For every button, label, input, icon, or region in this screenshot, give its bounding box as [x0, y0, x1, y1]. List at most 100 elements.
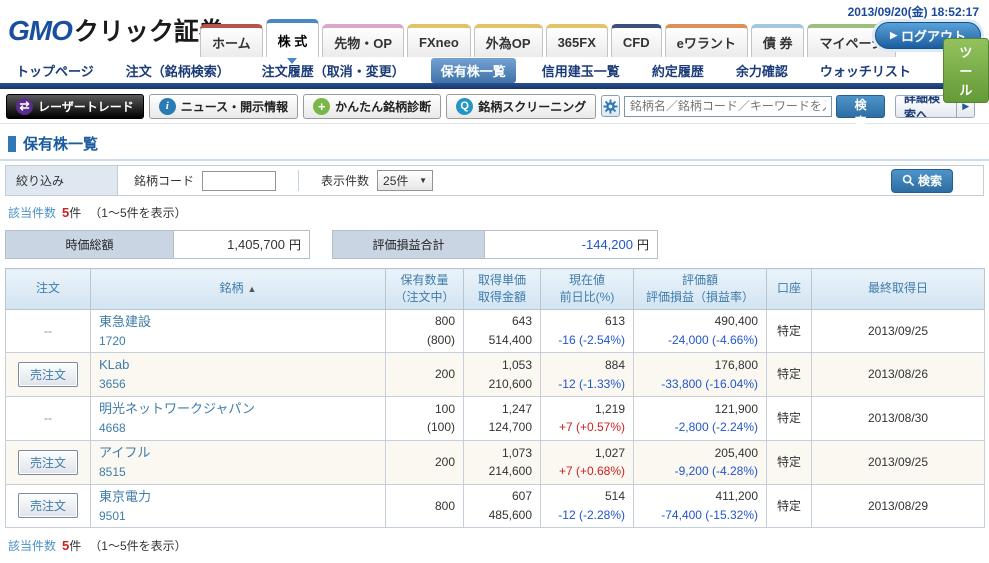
- main-tab[interactable]: 365FX: [545, 24, 608, 57]
- day-change: +7 (+0.57%): [558, 420, 625, 435]
- search-settings-button[interactable]: [601, 95, 620, 117]
- laser-trade-label: レーザートレード: [38, 99, 134, 114]
- main-tab[interactable]: 債 券: [750, 24, 805, 57]
- quantity-cell: 200: [385, 352, 464, 398]
- stock-name-link[interactable]: 明光ネットワークジャパン: [99, 399, 377, 419]
- subnav-item[interactable]: 注文履歴（取消・変更）: [256, 59, 411, 82]
- screening-button[interactable]: Q 銘柄スクリーニング: [446, 93, 597, 119]
- current-cell: 613 -16 (-2.54%): [540, 308, 634, 354]
- main-tab[interactable]: 株 式: [265, 19, 320, 64]
- symbol-search-button[interactable]: 検 索: [836, 94, 885, 129]
- col-order: 注文: [5, 268, 91, 310]
- total-pl-amount: -144,200: [581, 237, 633, 252]
- quantity-cell: 800: [385, 483, 464, 529]
- quantity-cell: 100 (100): [385, 396, 464, 441]
- subnav-item[interactable]: 余力確認: [730, 59, 794, 82]
- filter-label: 絞り込み: [6, 166, 118, 195]
- sell-order-button[interactable]: 売注文: [17, 449, 78, 475]
- order-cell: --: [5, 396, 91, 441]
- logo-gmo-text: GMO: [8, 15, 73, 46]
- display-count-value: 25件: [383, 174, 409, 188]
- col-acq-price: 取得単価 取得金額: [463, 268, 541, 310]
- valuation-cell: 121,900 -2,800 (-2.24%): [633, 396, 767, 441]
- main-tab[interactable]: 外為OP: [473, 24, 543, 57]
- acq-price-cell: 1,247 124,700: [463, 396, 541, 441]
- table-row: -- 東急建設 1720 800 (800) 643 514,400 613 -…: [5, 308, 985, 354]
- main-tab-label: 先物・OP: [334, 36, 393, 51]
- main-tab[interactable]: FXneo: [407, 24, 471, 57]
- subnav-item[interactable]: 信用建玉一覧: [536, 59, 626, 82]
- col-stock-sortable[interactable]: 銘柄 ▲: [90, 268, 386, 310]
- market-value-unit: 円: [288, 238, 301, 252]
- subnav-item[interactable]: 約定履歴: [646, 59, 710, 82]
- diagnosis-button[interactable]: + かんたん銘柄診断: [303, 93, 442, 119]
- filter-search-button[interactable]: 検索: [890, 168, 953, 193]
- stock-cell: KLab 3656: [90, 352, 386, 398]
- valuation: 121,900: [714, 401, 758, 416]
- filter-bar: 絞り込み 銘柄コード 表示件数 25件 ▼ 検索: [5, 165, 984, 196]
- symbol-search-input[interactable]: [623, 95, 833, 117]
- tool-button[interactable]: ツール: [942, 37, 989, 103]
- brand-logo[interactable]: GMOクリック証券: [8, 12, 224, 48]
- quantity: 800: [434, 498, 455, 513]
- last-acquired-date: 2013/08/26: [811, 352, 985, 398]
- active-tab-caret-icon: [287, 58, 298, 64]
- subnav-item[interactable]: ウォッチリスト: [814, 59, 917, 82]
- valuation-pl: -24,000 (-4.66%): [667, 332, 758, 347]
- subnav-item[interactable]: トップページ: [10, 59, 100, 82]
- main-tab[interactable]: ホーム: [200, 24, 263, 57]
- account-type: 特定: [766, 483, 812, 529]
- page-title: 保有株一覧: [23, 136, 99, 153]
- market-value-amount: 1,405,700: [227, 237, 285, 252]
- news-button[interactable]: i ニュース・開示情報: [148, 93, 299, 119]
- day-change: -16 (-2.54%): [558, 332, 625, 347]
- select-arrow-icon: ▼: [419, 176, 428, 185]
- quantity: 200: [434, 454, 455, 469]
- holdings-table: 注文 銘柄 ▲ 保有数量 （注文中） 取得単価 取得金額 現在値 前日比(%) 評価額評…: [5, 268, 985, 529]
- valuation: 411,200: [715, 489, 759, 504]
- subnav-item[interactable]: 注文（銘柄検索）: [120, 59, 236, 82]
- stock-cell: 東京電力 9501: [90, 483, 386, 529]
- day-change: +7 (+0.68%): [558, 464, 625, 479]
- stock-name-link[interactable]: 東急建設: [99, 312, 377, 332]
- acq-amount: 214,600: [488, 464, 532, 479]
- acq-amount: 514,400: [488, 332, 532, 347]
- main-tab[interactable]: 先物・OP: [322, 24, 405, 57]
- display-count-label: 表示件数: [321, 174, 370, 188]
- stock-cell: アイフル 8515: [90, 439, 386, 485]
- quantity-on-order: (800): [426, 332, 455, 347]
- valuation-cell: 490,400 -24,000 (-4.66%): [633, 308, 767, 354]
- title-marker: [8, 135, 16, 152]
- main-tab-label: ホーム: [212, 36, 251, 51]
- total-pl-box: 評価損益合計 -144,200 円: [332, 230, 658, 259]
- table-header-row: 注文 銘柄 ▲ 保有数量 （注文中） 取得単価 取得金額 現在値 前日比(%) 評価額評…: [5, 268, 985, 310]
- result-count-unit: 件: [69, 206, 82, 220]
- sell-order-button[interactable]: 売注文: [17, 362, 78, 388]
- valuation-cell: 411,200 -74,400 (-15.32%): [633, 483, 767, 529]
- no-order-placeholder: --: [44, 323, 52, 338]
- order-cell: 売注文: [5, 439, 91, 485]
- sell-order-button[interactable]: 売注文: [17, 493, 78, 519]
- main-tab[interactable]: CFD: [610, 24, 662, 57]
- main-tab-label: 株 式: [277, 33, 308, 49]
- laser-trade-icon: ⇄: [16, 97, 33, 115]
- quantity-cell: 800 (800): [385, 308, 464, 354]
- current-cell: 1,027 +7 (+0.68%): [540, 439, 634, 485]
- col-quantity: 保有数量 （注文中）: [385, 268, 464, 310]
- acq-amount: 210,600: [488, 376, 532, 391]
- diagnosis-icon: +: [313, 97, 331, 115]
- display-count-select[interactable]: 25件 ▼: [377, 170, 434, 191]
- stock-name-link[interactable]: KLab: [99, 355, 377, 375]
- laser-trade-button[interactable]: ⇄ レーザートレード: [6, 93, 144, 119]
- subnav-item[interactable]: 保有株一覧: [430, 57, 516, 83]
- order-cell: 売注文: [5, 483, 91, 529]
- last-acquired-date: 2013/08/30: [811, 396, 985, 441]
- table-row: -- 明光ネットワークジャパン 4668 100 (100) 1,247 124…: [5, 396, 985, 441]
- last-acquired-date: 2013/08/29: [811, 483, 985, 529]
- stock-name-link[interactable]: 東京電力: [99, 487, 377, 507]
- acq-price-cell: 607 485,600: [463, 483, 541, 529]
- main-tab[interactable]: eワラント: [664, 24, 748, 57]
- current-price: 1,027: [594, 445, 625, 460]
- stock-name-link[interactable]: アイフル: [99, 443, 377, 463]
- stock-code-input[interactable]: [202, 170, 277, 191]
